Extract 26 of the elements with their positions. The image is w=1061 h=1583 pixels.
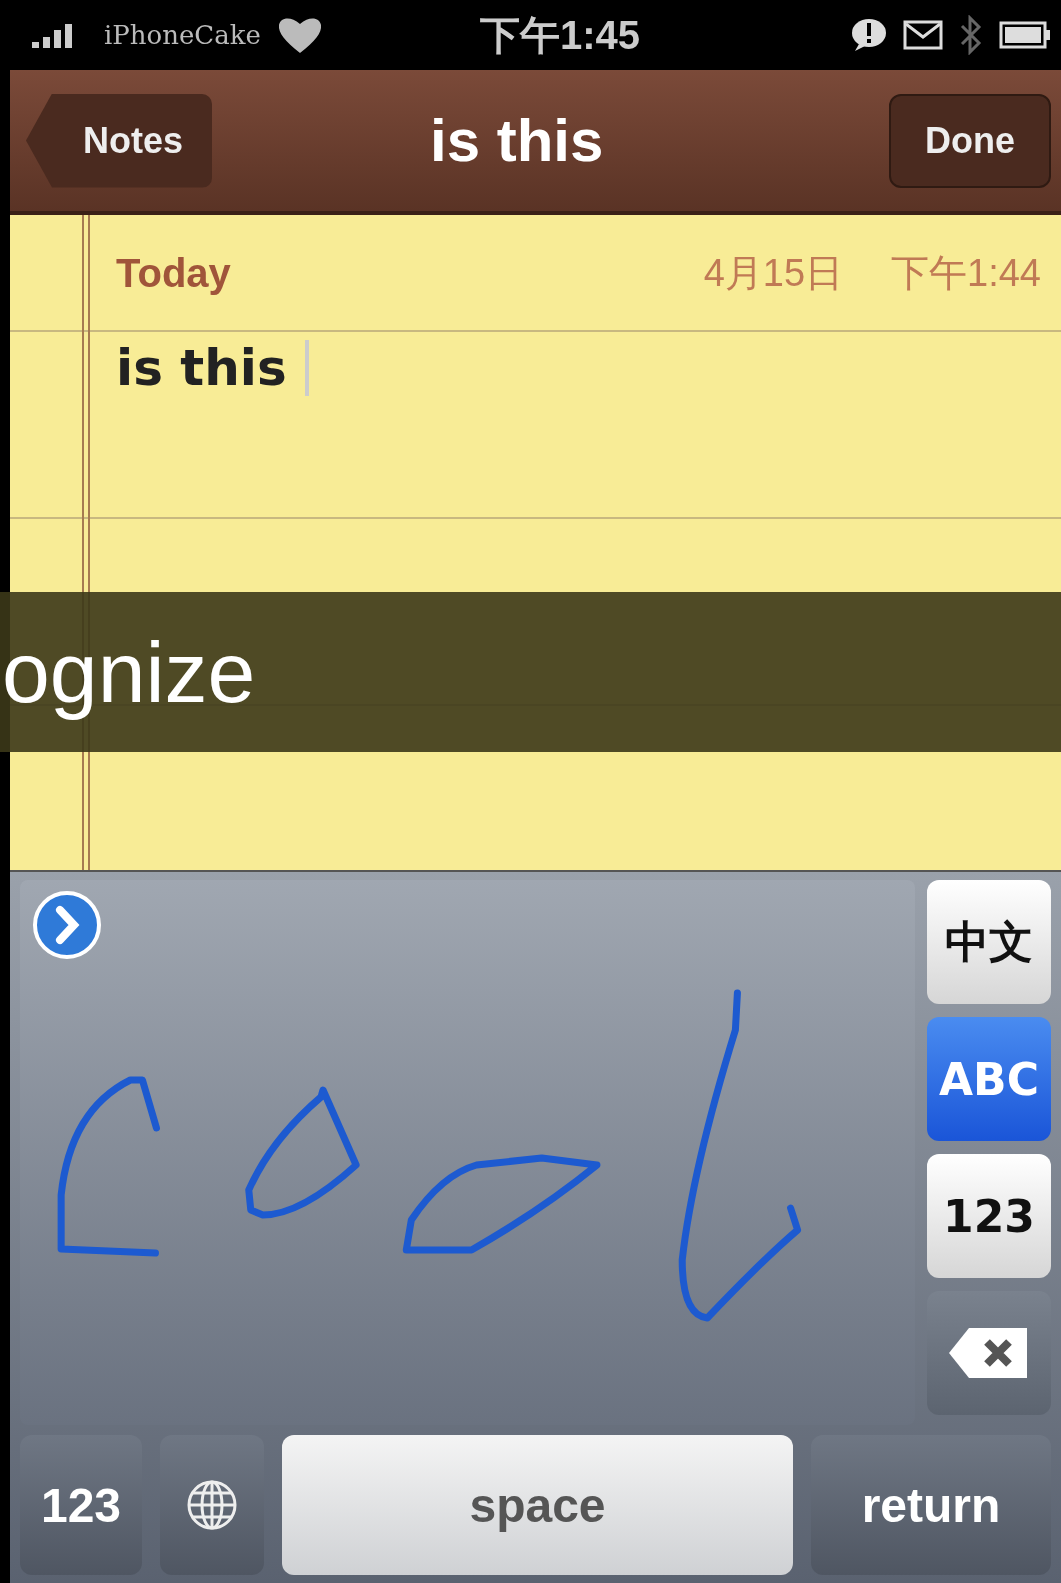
nav-title: is this bbox=[430, 106, 604, 175]
expand-button[interactable] bbox=[32, 890, 102, 960]
numbers-key[interactable]: 123 bbox=[20, 1435, 142, 1575]
heart-icon bbox=[276, 15, 323, 55]
carrier-name: iPhoneCake bbox=[104, 20, 261, 50]
space-key[interactable]: space bbox=[282, 1435, 793, 1575]
text-cursor bbox=[304, 340, 309, 396]
input-mode-key[interactable]: 123 bbox=[927, 1154, 1051, 1278]
note-time: 下午1:44 bbox=[891, 250, 1041, 296]
input-mode-key[interactable]: 中文 bbox=[927, 880, 1051, 1004]
note-text: is this bbox=[116, 339, 287, 397]
note-date: 4月15日 bbox=[703, 250, 844, 296]
alert-icon bbox=[851, 18, 887, 52]
bluetooth-icon bbox=[959, 15, 983, 55]
note-day: Today bbox=[116, 250, 231, 296]
battery-icon bbox=[999, 20, 1051, 50]
back-button[interactable]: Notes bbox=[26, 93, 212, 188]
return-key[interactable]: return bbox=[811, 1435, 1051, 1575]
delete-key[interactable] bbox=[927, 1291, 1051, 1415]
caption-text: ognize bbox=[2, 622, 256, 722]
mail-icon bbox=[903, 20, 943, 50]
input-mode-key[interactable]: ABC bbox=[927, 1017, 1051, 1141]
done-button[interactable]: Done bbox=[889, 93, 1051, 188]
globe-icon bbox=[186, 1479, 238, 1531]
globe-key[interactable] bbox=[160, 1435, 264, 1575]
status-time: 下午1:45 bbox=[480, 11, 641, 59]
